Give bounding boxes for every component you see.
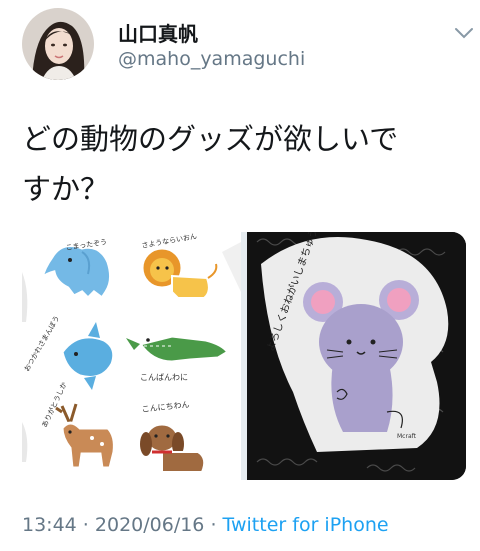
elephant-sticker [39,244,113,301]
dog-label: こんにちわん [141,400,190,414]
croc-label: こんばんわに [140,373,188,382]
tweet-meta: 13:44 · 2020/06/16 · Twitter for iPhone [22,514,389,536]
media-photo-mouse[interactable]: よろしくおねがいしまちゅう Mcraft [247,232,466,480]
tweet-media[interactable]: こまったぞう さようならいおん おつかれさまんぼう こんばんわに ありがとうしか… [22,232,466,480]
tweet-text: どの動物のグッズが欲しいで すか？ [22,114,462,214]
lion-sticker [140,246,218,299]
manbo-sticker [60,322,116,390]
deer-label: ありがとうしか [40,381,69,429]
user-handle[interactable]: @maho_yamaguchi [118,48,305,70]
dog-sticker [140,422,206,473]
separator: · [76,514,95,536]
manbo-label: おつかれさまんぼう [23,314,61,373]
tweet-time[interactable]: 13:44 [22,514,77,536]
avatar[interactable] [22,8,94,80]
display-name[interactable]: 山口真帆 [118,18,198,47]
tweet-text-line-2: すか？ [22,172,110,206]
tweet-source-link[interactable]: Twitter for iPhone [223,514,389,536]
deer-sticker [55,403,116,470]
mouse-tag: Mcraft [397,433,417,440]
chevron-down-icon[interactable] [454,26,474,40]
tweet-date[interactable]: 2020/06/16 [95,514,205,536]
tweet-text-line-1: どの動物のグッズが欲しいで [22,122,399,156]
avatar-image [22,8,94,80]
separator: · [204,514,223,536]
media-photo-stickers[interactable]: こまったぞう さようならいおん おつかれさまんぼう こんばんわに ありがとうしか… [22,232,241,480]
lion-label: さようならいおん [141,232,198,250]
tweet-header: 山口真帆 @maho_yamaguchi [22,4,474,84]
croc-sticker [126,334,231,364]
